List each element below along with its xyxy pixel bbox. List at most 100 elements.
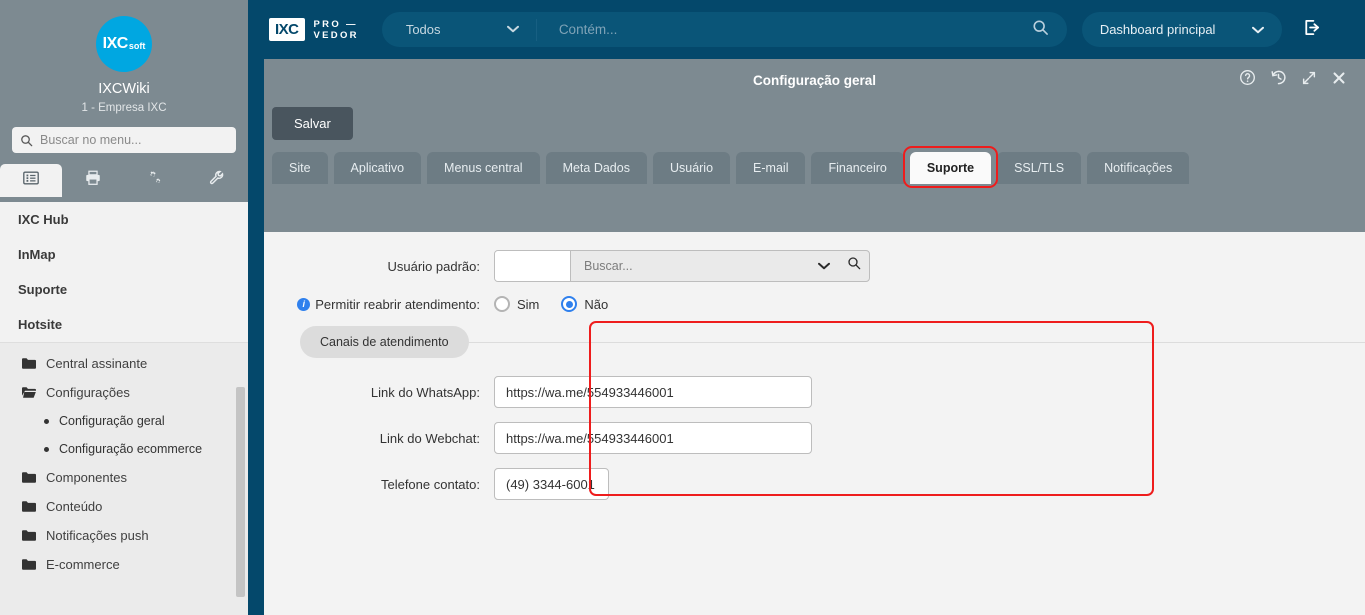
tab-financeiro[interactable]: Financeiro <box>811 152 904 184</box>
logout-button[interactable] <box>1302 18 1321 42</box>
brand-word-line2: VEDOR <box>313 29 359 41</box>
app-root: IXC soft IXCWiki 1 - Empresa IXC Buscar n… <box>0 0 1365 615</box>
whatsapp-label: Link do WhatsApp: <box>370 384 480 400</box>
dashboard-select-value: Dashboard principal <box>1099 22 1216 37</box>
sidebar-menu: IXC Hub InMap Suporte Hotsite Central as… <box>0 202 248 615</box>
search-scope-select[interactable]: Todos <box>382 18 537 41</box>
search-icon <box>847 256 862 276</box>
close-icon[interactable] <box>1331 70 1347 86</box>
reopen-ticket-label: Permitir reabrir atendimento: <box>315 296 480 312</box>
search-scope-value: Todos <box>405 22 441 37</box>
history-icon[interactable] <box>1270 69 1287 86</box>
sidebar-logo-wrap: IXC soft <box>0 0 248 72</box>
default-user-search-button[interactable] <box>839 251 869 281</box>
sidebar-item-configuracoes[interactable]: Configurações <box>0 378 248 407</box>
sidebar: IXC soft IXCWiki 1 - Empresa IXC Buscar n… <box>0 0 248 615</box>
panel-window-controls <box>1239 69 1347 86</box>
default-user-input[interactable] <box>495 251 571 281</box>
sidebar-item-label: Componentes <box>46 470 127 485</box>
sidebar-tree: Central assinante Configurações Configur… <box>0 343 248 579</box>
sidebar-item-configuracao-geral[interactable]: Configuração geral <box>0 407 248 435</box>
global-search-input[interactable]: Contém... <box>537 22 1015 37</box>
sidebar-item-inmap[interactable]: InMap <box>0 237 248 272</box>
logout-icon <box>1302 18 1321 42</box>
phone-input[interactable]: (49) 3344-6001 <box>494 468 609 500</box>
default-user-row: Usuário padrão: Buscar... <box>264 250 1365 282</box>
sidebar-item-notificacoes-push[interactable]: Notificações push <box>0 521 248 550</box>
default-user-search-placeholder[interactable]: Buscar... <box>571 251 809 281</box>
tab-menus-central[interactable]: Menus central <box>427 152 540 184</box>
sidebar-item-label: Central assinante <box>46 356 148 371</box>
main-area: IXC PRO — VEDOR Todos Contém... Dashboar… <box>264 0 1365 615</box>
tab-email[interactable]: E-mail <box>736 152 806 184</box>
bullet-icon <box>44 446 49 452</box>
sidebar-tab-wrench[interactable] <box>186 164 248 197</box>
default-user-label: Usuário padrão: <box>387 258 481 274</box>
whatsapp-link-input[interactable]: https://wa.me/554933446001 <box>494 376 812 408</box>
radio-nao-label: Não <box>584 296 609 312</box>
config-tabs: Site Aplicativo Menus central Meta Dados… <box>272 146 1365 188</box>
chevron-down-icon <box>1251 22 1264 37</box>
tab-suporte[interactable]: Suporte <box>902 146 999 188</box>
sidebar-item-suporte[interactable]: Suporte <box>0 272 248 307</box>
tab-aplicativo[interactable]: Aplicativo <box>333 152 422 184</box>
folder-icon <box>22 530 36 541</box>
logo-text-sub: soft <box>128 40 146 51</box>
chevron-down-icon <box>818 257 830 275</box>
save-button[interactable]: Salvar <box>272 107 353 140</box>
sidebar-item-ixc-hub[interactable]: IXC Hub <box>0 202 248 237</box>
sidebar-item-conteudo[interactable]: Conteúdo <box>0 492 248 521</box>
sidebar-tab-printer[interactable] <box>62 164 124 197</box>
tab-usuario[interactable]: Usuário <box>652 152 731 184</box>
channels-legend: Canais de atendimento <box>300 326 469 358</box>
phone-label: Telefone contato: <box>380 476 480 492</box>
folder-icon <box>22 559 36 570</box>
webchat-link-input[interactable]: https://wa.me/554933446001 <box>494 422 812 454</box>
sidebar-tab-gears[interactable] <box>124 164 186 197</box>
sidebar-search-placeholder: Buscar no menu... <box>40 133 142 147</box>
chevron-down-icon <box>506 24 519 36</box>
tab-suporte-label: Suporte <box>926 161 975 175</box>
sidebar-item-configuracao-ecommerce[interactable]: Configuração ecommerce <box>0 435 248 463</box>
sidebar-item-label: Notificações push <box>46 528 149 543</box>
tab-notificacoes[interactable]: Notificações <box>1087 152 1190 184</box>
gears-icon <box>146 169 164 192</box>
sidebar-icon-tabs <box>0 164 248 197</box>
default-user-field[interactable]: Buscar... <box>494 250 870 282</box>
tab-ssl-tls[interactable]: SSL/TLS <box>997 152 1082 184</box>
sidebar-item-componentes[interactable]: Componentes <box>0 463 248 492</box>
help-icon[interactable] <box>1239 69 1256 86</box>
wrench-icon <box>208 169 226 192</box>
legend-divider <box>462 341 1365 343</box>
folder-icon <box>22 358 36 369</box>
radio-nao[interactable] <box>561 296 578 312</box>
sidebar-scrollbar[interactable] <box>236 387 245 597</box>
default-user-dropdown-button[interactable] <box>809 251 839 281</box>
printer-icon <box>84 169 102 192</box>
sidebar-item-e-commerce[interactable]: E-commerce <box>0 550 248 579</box>
support-settings-form: Usuário padrão: Buscar... i Permitir rea… <box>264 232 1365 615</box>
search-submit-button[interactable] <box>1015 19 1067 41</box>
tab-meta-dados[interactable]: Meta Dados <box>545 152 647 184</box>
sidebar-item-hotsite[interactable]: Hotsite <box>0 307 248 342</box>
folder-icon <box>22 472 36 483</box>
folder-icon <box>22 501 36 512</box>
page-title: Configuração geral <box>752 73 877 88</box>
dashboard-select[interactable]: Dashboard principal <box>1081 12 1282 47</box>
account-title: IXCWiki <box>98 81 150 97</box>
reopen-ticket-row: i Permitir reabrir atendimento: Sim Não <box>264 296 1365 312</box>
radio-sim[interactable] <box>494 296 510 312</box>
sidebar-tab-menu[interactable] <box>0 164 62 197</box>
bullet-icon <box>44 418 49 424</box>
sidebar-search-input[interactable]: Buscar no menu... <box>12 127 236 153</box>
global-search-bar: Todos Contém... <box>381 12 1067 47</box>
ixcsoft-logo-icon: IXC soft <box>96 16 152 72</box>
expand-icon[interactable] <box>1301 70 1317 86</box>
sidebar-item-label: Configurações <box>46 385 130 400</box>
sidebar-top-groups: IXC Hub InMap Suporte Hotsite <box>0 202 248 343</box>
reopen-ticket-options: Sim Não <box>494 296 630 312</box>
sidebar-item-central-assinante[interactable]: Central assinante <box>0 349 248 378</box>
top-navigation-bar: IXC PRO — VEDOR Todos Contém... Dashboar… <box>264 0 1365 59</box>
tab-site[interactable]: Site <box>272 152 328 184</box>
info-icon[interactable]: i <box>297 297 311 311</box>
